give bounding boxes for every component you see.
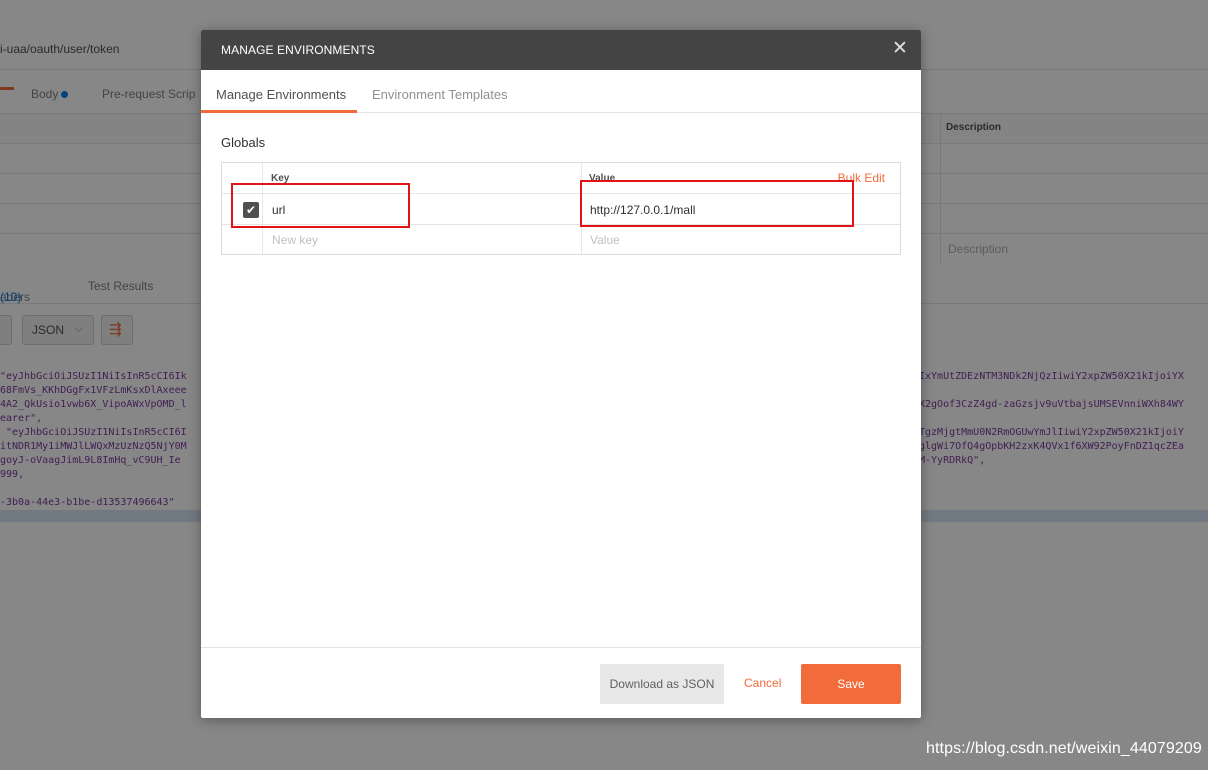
modal-tabs: Manage Environments Environment Template… — [201, 70, 921, 113]
active-tab-underline — [201, 110, 357, 113]
new-key-input[interactable]: New key — [272, 233, 318, 247]
modal-header: MANAGE ENVIRONMENTS ✕ — [201, 30, 921, 70]
save-button[interactable]: Save — [801, 664, 901, 704]
annotation-box-value — [580, 180, 854, 227]
annotation-box-key — [231, 183, 410, 228]
table-row-new: New key Value — [222, 225, 900, 255]
close-icon[interactable]: ✕ — [891, 39, 909, 59]
modal-footer: Download as JSON Cancel Save — [201, 647, 921, 718]
cancel-button[interactable]: Cancel — [744, 676, 781, 690]
tab-environment-templates[interactable]: Environment Templates — [372, 87, 508, 102]
globals-section-title: Globals — [221, 135, 266, 150]
manage-environments-modal: MANAGE ENVIRONMENTS ✕ Manage Environment… — [201, 30, 921, 718]
tab-manage-environments[interactable]: Manage Environments — [216, 87, 346, 102]
watermark: https://blog.csdn.net/weixin_44079209 — [926, 740, 1202, 757]
new-value-input[interactable]: Value — [590, 233, 620, 247]
modal-title: MANAGE ENVIRONMENTS — [221, 43, 375, 57]
download-json-button[interactable]: Download as JSON — [600, 664, 724, 704]
